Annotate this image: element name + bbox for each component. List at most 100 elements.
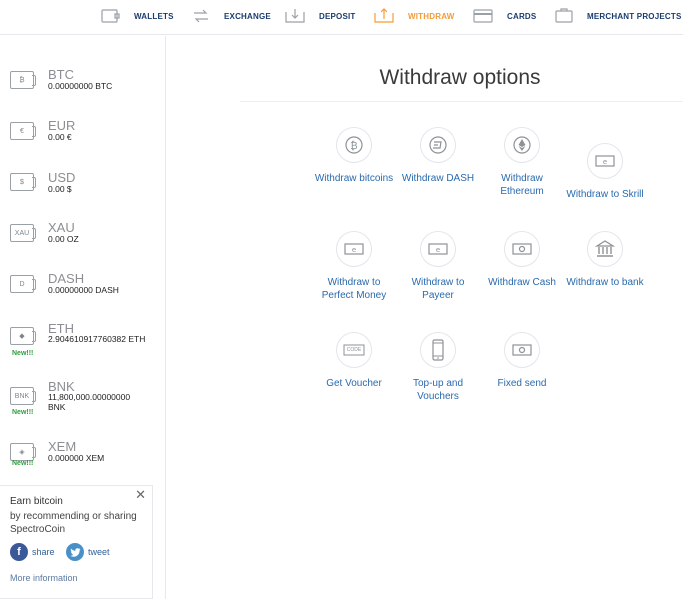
wallet-balance: 0.000000 XEM (48, 453, 105, 463)
voucher-code-icon: CODE (336, 332, 372, 368)
option-label: Withdraw Ethereum (500, 173, 544, 197)
nav-merchant-projects[interactable]: MERCHANT PROJECTS (555, 0, 682, 33)
new-badge: New!!! (12, 350, 34, 357)
wallet-code: XAU (48, 220, 75, 235)
page-title: Withdraw options (379, 66, 541, 89)
ethereum-wallet-icon: ◆ (10, 327, 36, 345)
option-get-voucher[interactable]: CODE Get Voucher (314, 332, 394, 390)
tweet-label: tweet (88, 547, 110, 557)
wallet-balance: 0.00 OZ (48, 234, 79, 244)
wallet-icon (101, 8, 120, 25)
nav-merchant-projects-label: MERCHANT PROJECTS (587, 12, 682, 21)
nav-deposit[interactable]: DEPOSIT (285, 0, 356, 33)
facebook-share-button[interactable]: f share (10, 542, 55, 562)
wallet-item-eur[interactable]: € EUR 0.00 € (0, 117, 166, 167)
wallet-item-dash[interactable]: D DASH 0.00000000 DASH (0, 270, 166, 320)
wallet-item-bnk[interactable]: BNK New!!! BNK 11,800,000.00000000 BNK (0, 379, 166, 435)
withdraw-icon (374, 8, 394, 25)
briefcase-icon (555, 8, 573, 25)
wallet-item-usd[interactable]: $ USD 0.00 $ (0, 169, 166, 219)
nav-withdraw-label: WITHDRAW (408, 12, 455, 21)
ewallet-icon: e (587, 143, 623, 179)
nav-deposit-label: DEPOSIT (319, 12, 356, 21)
top-navigation: WALLETS EXCHANGE DEPOSIT WITHDRAW CARDS … (0, 0, 683, 35)
ethereum-icon (504, 127, 540, 163)
option-withdraw-ethereum[interactable]: Withdraw Ethereum (482, 127, 562, 198)
euro-wallet-icon: € (10, 122, 36, 140)
facebook-icon: f (10, 543, 28, 561)
svg-text:e: e (603, 158, 607, 166)
dollar-wallet-icon: $ (10, 173, 36, 191)
bitcoin-icon: ₿ (336, 127, 372, 163)
nav-cards-label: CARDS (507, 12, 537, 21)
wallet-item-eth[interactable]: ◆ New!!! ETH 2.904610917760382 ETH (0, 321, 166, 377)
bitcoin-wallet-icon: ₿ (10, 71, 36, 89)
dash-wallet-icon: D (10, 275, 36, 293)
wallet-balance: 0.00 $ (48, 184, 72, 194)
cash-icon (504, 231, 540, 267)
new-badge: New!!! (12, 460, 34, 467)
nav-cards[interactable]: CARDS (473, 0, 536, 33)
deposit-icon (285, 8, 305, 25)
wallet-code: DASH (48, 271, 85, 286)
nav-wallets-label: WALLETS (134, 12, 174, 21)
option-withdraw-to-payeer[interactable]: e Withdraw to Payeer (398, 231, 478, 302)
option-label: Top-up and Vouchers (412, 378, 464, 402)
wallet-item-btc[interactable]: ₿ BTC 0.00000000 BTC (0, 66, 166, 116)
twitter-icon (66, 543, 84, 561)
wallet-item-xem[interactable]: ◈ New!!! XEM 0.000000 XEM (0, 438, 166, 484)
option-label: Withdraw to Skrill (566, 189, 644, 200)
nav-withdraw[interactable]: WITHDRAW (374, 0, 454, 33)
wallet-code: XEM (48, 439, 77, 454)
svg-text:e: e (352, 246, 356, 254)
twitter-tweet-button[interactable]: tweet (66, 542, 110, 562)
ewallet-icon: e (336, 231, 372, 267)
promo-text: by recommending or sharing SpectroCoin (10, 511, 137, 535)
bank-icon (587, 231, 623, 267)
ewallet-icon: e (420, 231, 456, 267)
card-icon (473, 8, 493, 25)
wallet-item-xau[interactable]: XAU XAU 0.00 OZ (0, 219, 166, 269)
gold-wallet-icon: XAU (10, 224, 36, 242)
option-label: Withdraw bitcoins (314, 173, 394, 184)
new-badge: New!!! (12, 409, 34, 416)
nav-exchange-label: EXCHANGE (224, 12, 271, 21)
option-label: Withdraw DASH (401, 173, 475, 184)
option-withdraw-to-bank[interactable]: Withdraw to bank (565, 231, 645, 289)
earn-bitcoin-promo: ✕ Earn bitcoin by recommending or sharin… (0, 485, 153, 599)
nav-wallets[interactable]: WALLETS (101, 0, 174, 33)
wallet-balance: 0.00000000 DASH (48, 285, 119, 295)
cash-icon (504, 332, 540, 368)
option-fixed-send[interactable]: Fixed send (482, 332, 562, 390)
dash-icon (420, 127, 456, 163)
close-icon[interactable]: ✕ (135, 487, 146, 503)
option-withdraw-dash[interactable]: Withdraw DASH (398, 127, 478, 185)
xem-wallet-icon: ◈ (10, 443, 36, 461)
mobile-phone-icon (420, 332, 456, 368)
promo-title: Earn bitcoin (10, 496, 63, 507)
more-information-link[interactable]: More information (10, 573, 78, 583)
share-label: share (32, 547, 55, 557)
wallet-balance: 2.904610917760382 ETH (48, 334, 146, 344)
title-divider (240, 101, 683, 102)
svg-text:e: e (436, 246, 440, 254)
option-withdraw-bitcoins[interactable]: ₿ Withdraw bitcoins (314, 127, 394, 185)
option-withdraw-to-skrill[interactable]: e Withdraw to Skrill (565, 143, 645, 201)
wallet-code: USD (48, 170, 76, 185)
option-label: Withdraw Cash (488, 277, 556, 288)
nav-exchange[interactable]: EXCHANGE (192, 0, 271, 33)
bnk-wallet-icon: BNK (10, 387, 36, 405)
wallet-balance: 0.00000000 BTC (48, 81, 113, 91)
wallet-code: EUR (48, 118, 76, 133)
option-label: Fixed send (497, 378, 547, 389)
option-withdraw-to-perfect-money[interactable]: e Withdraw to Perfect Money (314, 231, 394, 302)
option-label: Withdraw to Perfect Money (321, 277, 387, 301)
wallet-code: BTC (48, 67, 74, 82)
option-label: Withdraw to bank (566, 277, 644, 288)
option-top-up-and-vouchers[interactable]: Top-up and Vouchers (398, 332, 478, 403)
option-withdraw-cash[interactable]: Withdraw Cash (482, 231, 562, 289)
exchange-icon (192, 9, 210, 25)
option-label: Get Voucher (326, 378, 382, 389)
option-label: Withdraw to Payeer (411, 277, 465, 301)
wallet-balance: 11,800,000.00000000 BNK (48, 392, 131, 412)
